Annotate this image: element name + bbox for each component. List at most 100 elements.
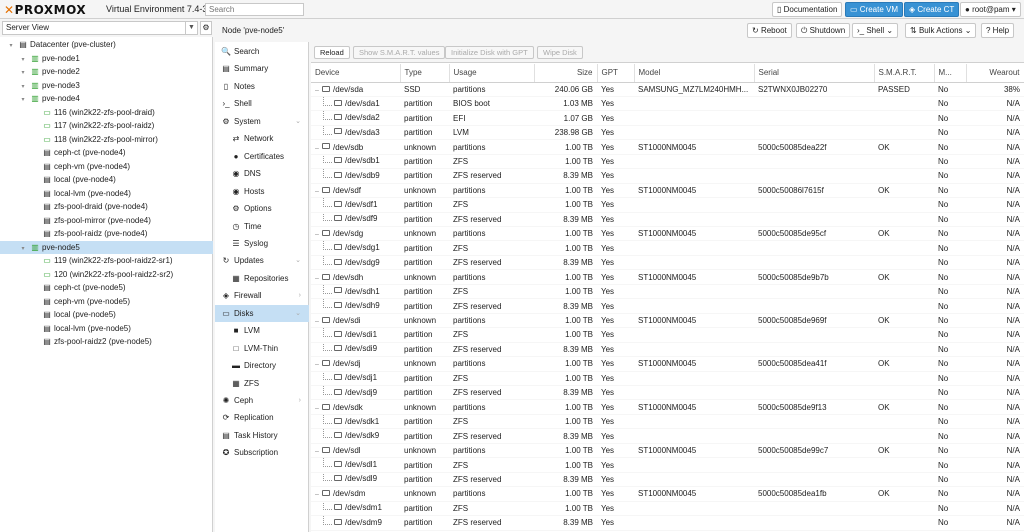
collapse-icon[interactable]: – <box>315 87 322 94</box>
collapse-icon[interactable]: – <box>315 145 322 152</box>
tree-item[interactable]: ▭ 119 (win2k22-zfs-pool-raidz2-sr1) <box>0 254 213 268</box>
nav-item-task-history[interactable]: ▤ Task History <box>215 427 309 445</box>
search-input[interactable] <box>205 3 304 16</box>
table-row[interactable]: – /dev/sdk unknown partitions 1.00 TB Yes ST10… <box>311 399 1024 415</box>
collapse-icon[interactable]: – <box>315 231 322 238</box>
nav-item-system[interactable]: ⚙ System ⌄ <box>215 113 309 131</box>
tree-item[interactable]: ▤ zfs-pool-raidz2 (pve-node5) <box>0 335 213 349</box>
table-row[interactable]: /dev/sdm9 partition ZFS reserved 8.39 MB Yes… <box>311 515 1024 531</box>
table-row[interactable]: /dev/sdk1 partition ZFS 1.00 TB Yes No N/A <box>311 414 1024 430</box>
table-row[interactable]: /dev/sdi1 partition ZFS 1.00 TB Yes No N/A <box>311 327 1024 343</box>
chevron-down-icon[interactable]: ⌄ <box>295 113 301 131</box>
table-row[interactable]: /dev/sdi9 partition ZFS reserved 8.39 MB Yes… <box>311 342 1024 358</box>
chevron-right-icon[interactable]: › <box>299 392 301 410</box>
nav-item-summary[interactable]: ▤ Summary <box>215 60 309 78</box>
table-row[interactable]: /dev/sdg1 partition ZFS 1.00 TB Yes No N/A <box>311 240 1024 256</box>
column-header[interactable]: S.M.A.R.T. <box>874 64 935 83</box>
table-row[interactable]: – /dev/sdb unknown partitions 1.00 TB Yes ST10… <box>311 139 1024 155</box>
tree-item[interactable]: ▾ ▥ pve-node3 <box>0 79 213 93</box>
column-header[interactable]: Usage <box>449 64 535 83</box>
tree-item[interactable]: ▤ ceph-ct (pve-node4) <box>0 146 213 160</box>
nav-item-hosts[interactable]: ◉ Hosts <box>215 183 309 201</box>
nav-item-subscription[interactable]: ✪ Subscription <box>215 444 309 462</box>
column-header[interactable]: GPT <box>597 64 635 83</box>
nav-item-options[interactable]: ⚙ Options <box>215 200 309 218</box>
column-header[interactable]: Model <box>634 64 755 83</box>
table-row[interactable]: /dev/sdm1 partition ZFS 1.00 TB Yes No N/A <box>311 501 1024 517</box>
create-ct-button[interactable]: ◈ Create CT <box>904 2 960 17</box>
table-row[interactable]: – /dev/sdm unknown partitions 1.00 TB Yes ST10… <box>311 486 1024 502</box>
column-header[interactable]: Serial <box>754 64 875 83</box>
chevron-right-icon[interactable]: › <box>299 287 301 305</box>
shutdown-button[interactable]: ⏻ Shutdown <box>796 23 851 38</box>
wipe-disk-button[interactable]: Wipe Disk <box>537 46 583 59</box>
nav-item-search[interactable]: 🔍 Search <box>215 43 309 61</box>
collapse-icon[interactable]: – <box>315 361 322 368</box>
collapse-icon[interactable]: – <box>315 318 322 325</box>
proxmox-logo[interactable]: ✕PROXMOX <box>4 3 86 17</box>
table-row[interactable]: /dev/sda1 partition BIOS boot 1.03 MB Yes No N… <box>311 96 1024 112</box>
help-button[interactable]: ? Help <box>981 23 1015 38</box>
tree-item[interactable]: ▤ zfs-pool-draid (pve-node4) <box>0 200 213 214</box>
tree-item[interactable]: ▤ ceph-vm (pve-node4) <box>0 160 213 174</box>
tree-item[interactable]: ▤ local (pve-node4) <box>0 173 213 187</box>
tree-item[interactable]: ▤ local-lvm (pve-node5) <box>0 322 213 336</box>
reload-button[interactable]: Reload <box>314 46 350 59</box>
tree-item[interactable]: ▤ local-lvm (pve-node4) <box>0 187 213 201</box>
nav-item-time[interactable]: ◷ Time <box>215 218 309 236</box>
tree-item[interactable]: ▭ 116 (win2k22-zfs-pool-draid) <box>0 106 213 120</box>
nav-item-network[interactable]: ⇄ Network <box>215 130 309 148</box>
reboot-button[interactable]: ↻ Reboot <box>747 23 792 38</box>
nav-item-lvm-thin[interactable]: □ LVM-Thin <box>215 340 309 358</box>
table-row[interactable]: /dev/sda2 partition EFI 1.07 GB Yes No N/A <box>311 110 1024 126</box>
table-row[interactable]: /dev/sdj9 partition ZFS reserved 8.39 MB Yes… <box>311 385 1024 401</box>
nav-item-lvm[interactable]: ■ LVM <box>215 322 309 340</box>
nav-item-replication[interactable]: ⟳ Replication <box>215 409 309 427</box>
tree-item[interactable]: ▭ 118 (win2k22-zfs-pool-mirror) <box>0 133 213 147</box>
table-row[interactable]: – /dev/sdh unknown partitions 1.00 TB Yes ST10… <box>311 269 1024 285</box>
table-row[interactable]: /dev/sdf9 partition ZFS reserved 8.39 MB Yes… <box>311 212 1024 228</box>
table-row[interactable]: /dev/sda3 partition LVM 238.98 GB Yes No N/A <box>311 125 1024 141</box>
table-row[interactable]: /dev/sdb1 partition ZFS 1.00 TB Yes No N/A <box>311 154 1024 170</box>
initialize-gpt-button[interactable]: Initialize Disk with GPT <box>445 46 534 59</box>
collapse-icon[interactable]: – <box>315 491 322 498</box>
nav-item-firewall[interactable]: ◈ Firewall › <box>215 287 309 305</box>
tree-item[interactable]: ▤ local (pve-node5) <box>0 308 213 322</box>
tree-item[interactable]: ▭ 117 (win2k22-zfs-pool-raidz) <box>0 119 213 133</box>
table-row[interactable]: /dev/sdj1 partition ZFS 1.00 TB Yes No N/A <box>311 371 1024 387</box>
table-row[interactable]: – /dev/sdl unknown partitions 1.00 TB Yes ST10… <box>311 443 1024 459</box>
nav-item-notes[interactable]: ▯ Notes <box>215 78 309 96</box>
bulk-actions-button[interactable]: ⇅ Bulk Actions ⌄ <box>905 23 977 38</box>
tree-item[interactable]: ▤ ceph-vm (pve-node5) <box>0 295 213 309</box>
tree-item[interactable]: ▤ zfs-pool-mirror (pve-node4) <box>0 214 213 228</box>
collapse-icon[interactable]: – <box>315 188 322 195</box>
tree-item[interactable]: ▤ zfs-pool-raidz (pve-node4) <box>0 227 213 241</box>
nav-item-dns[interactable]: ◉ DNS <box>215 165 309 183</box>
nav-item-disks[interactable]: ▭ Disks ⌄ <box>215 304 309 323</box>
collapse-icon[interactable]: – <box>315 405 322 412</box>
collapse-icon[interactable]: – <box>315 275 322 282</box>
table-row[interactable]: /dev/sdh1 partition ZFS 1.00 TB Yes No N/A <box>311 284 1024 300</box>
view-selector[interactable]: Server View ▼ <box>2 21 198 35</box>
tree-settings-button[interactable]: ⚙ <box>200 21 212 35</box>
nav-item-zfs[interactable]: ▦ ZFS <box>215 375 309 393</box>
tree-item[interactable]: ▾ ▤ Datacenter (pve-cluster) <box>0 38 213 52</box>
table-row[interactable]: /dev/sdb9 partition ZFS reserved 8.39 MB Yes… <box>311 168 1024 184</box>
table-row[interactable]: /dev/sdk9 partition ZFS reserved 8.39 MB Yes… <box>311 428 1024 444</box>
nav-item-repositories[interactable]: ▦ Repositories <box>215 270 309 288</box>
tree-item[interactable]: ▤ ceph-ct (pve-node5) <box>0 281 213 295</box>
nav-item-syslog[interactable]: ☰ Syslog <box>215 235 309 253</box>
nav-item-certificates[interactable]: ● Certificates <box>215 148 309 166</box>
tree-item[interactable]: ▾ ▥ pve-node5 <box>0 240 213 254</box>
table-row[interactable]: – /dev/sdi unknown partitions 1.00 TB Yes ST10… <box>311 313 1024 329</box>
column-header[interactable]: Size <box>534 64 598 83</box>
column-header[interactable]: Device <box>311 64 401 83</box>
table-row[interactable]: /dev/sdh9 partition ZFS reserved 8.39 MB Yes… <box>311 298 1024 314</box>
table-row[interactable]: – /dev/sdf unknown partitions 1.00 TB Yes ST10… <box>311 183 1024 199</box>
nav-item-updates[interactable]: ↻ Updates ⌄ <box>215 252 309 270</box>
table-row[interactable]: /dev/sdg9 partition ZFS reserved 8.39 MB Yes… <box>311 255 1024 271</box>
tree-item[interactable]: ▾ ▥ pve-node1 <box>0 52 213 66</box>
documentation-button[interactable]: ▯ Documentation <box>772 2 843 17</box>
tree-item[interactable]: ▾ ▥ pve-node4 <box>0 92 213 106</box>
table-row[interactable]: /dev/sdl1 partition ZFS 1.00 TB Yes No N/A <box>311 457 1024 473</box>
